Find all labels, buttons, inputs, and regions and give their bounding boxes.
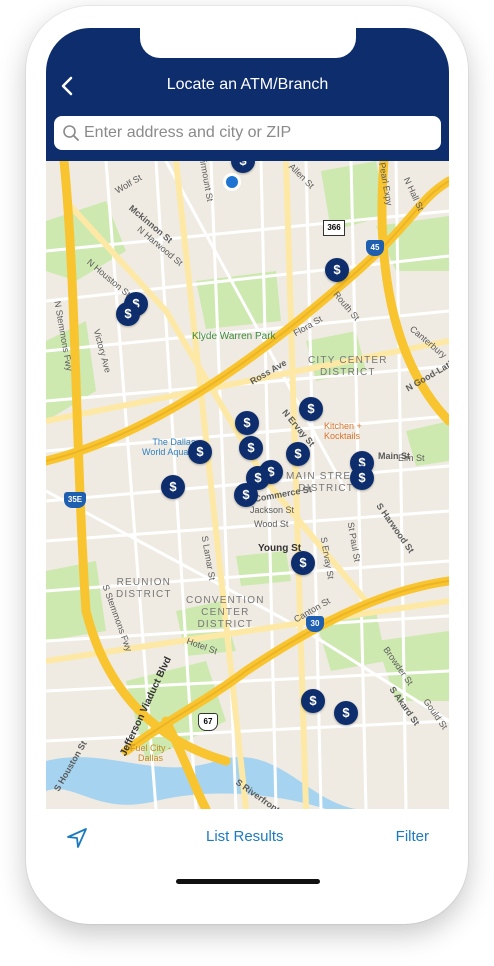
- atm-marker[interactable]: $: [286, 442, 310, 466]
- atm-marker[interactable]: $: [239, 436, 263, 460]
- atm-marker[interactable]: $: [116, 302, 140, 326]
- atm-marker[interactable]: $: [161, 475, 185, 499]
- district-label: CONVENTION CENTER DISTRICT: [186, 595, 265, 630]
- interstate-shield-35e: 35E: [64, 492, 86, 508]
- route-shield-366: 366: [323, 220, 345, 236]
- page-title: Locate an ATM/Branch: [166, 76, 329, 93]
- poi-restaurant: Kitchen + Kocktails: [324, 421, 362, 441]
- search-icon: [63, 125, 79, 141]
- poi-klyde-warren-park: Klyde Warren Park: [192, 331, 276, 342]
- search-input[interactable]: [84, 120, 434, 146]
- header: Locate an ATM/Branch: [46, 28, 449, 161]
- street-label: Young St: [258, 543, 302, 554]
- atm-marker[interactable]: $: [350, 466, 374, 490]
- app-screen: Locate an ATM/Branch Enter address and c…: [46, 28, 449, 906]
- district-label: REUNION DISTRICT: [116, 577, 172, 600]
- interstate-shield-45: 45: [366, 240, 384, 256]
- interstate-shield-30: 30: [306, 616, 324, 632]
- street-label: Elm St: [398, 453, 425, 463]
- route-shield-67: 67: [198, 713, 218, 731]
- atm-marker[interactable]: $: [291, 551, 315, 575]
- home-indicator[interactable]: [176, 879, 320, 884]
- poi-fuel-city: Fuel City - Dallas: [130, 743, 172, 763]
- street-label: Jackson St: [250, 505, 295, 515]
- atm-marker[interactable]: $: [188, 440, 212, 464]
- atm-marker[interactable]: $: [235, 411, 259, 435]
- location-arrow-icon[interactable]: [66, 827, 88, 849]
- atm-marker[interactable]: $: [299, 397, 323, 421]
- atm-marker[interactable]: $: [234, 483, 258, 507]
- street-label: Wood St: [254, 519, 289, 529]
- bottom-toolbar: List Results Filter: [46, 809, 449, 906]
- atm-marker[interactable]: $: [325, 258, 349, 282]
- list-results-button[interactable]: List Results: [206, 828, 284, 845]
- device-notch: [140, 28, 356, 58]
- map[interactable]: Wolf St Mckinnon St N Harwood St N Houst…: [46, 161, 449, 809]
- search-box[interactable]: [54, 116, 441, 150]
- atm-marker[interactable]: $: [301, 689, 325, 713]
- atm-marker[interactable]: $: [334, 701, 358, 725]
- district-label: CITY CENTER DISTRICT: [308, 355, 388, 378]
- filter-button[interactable]: Filter: [396, 828, 429, 845]
